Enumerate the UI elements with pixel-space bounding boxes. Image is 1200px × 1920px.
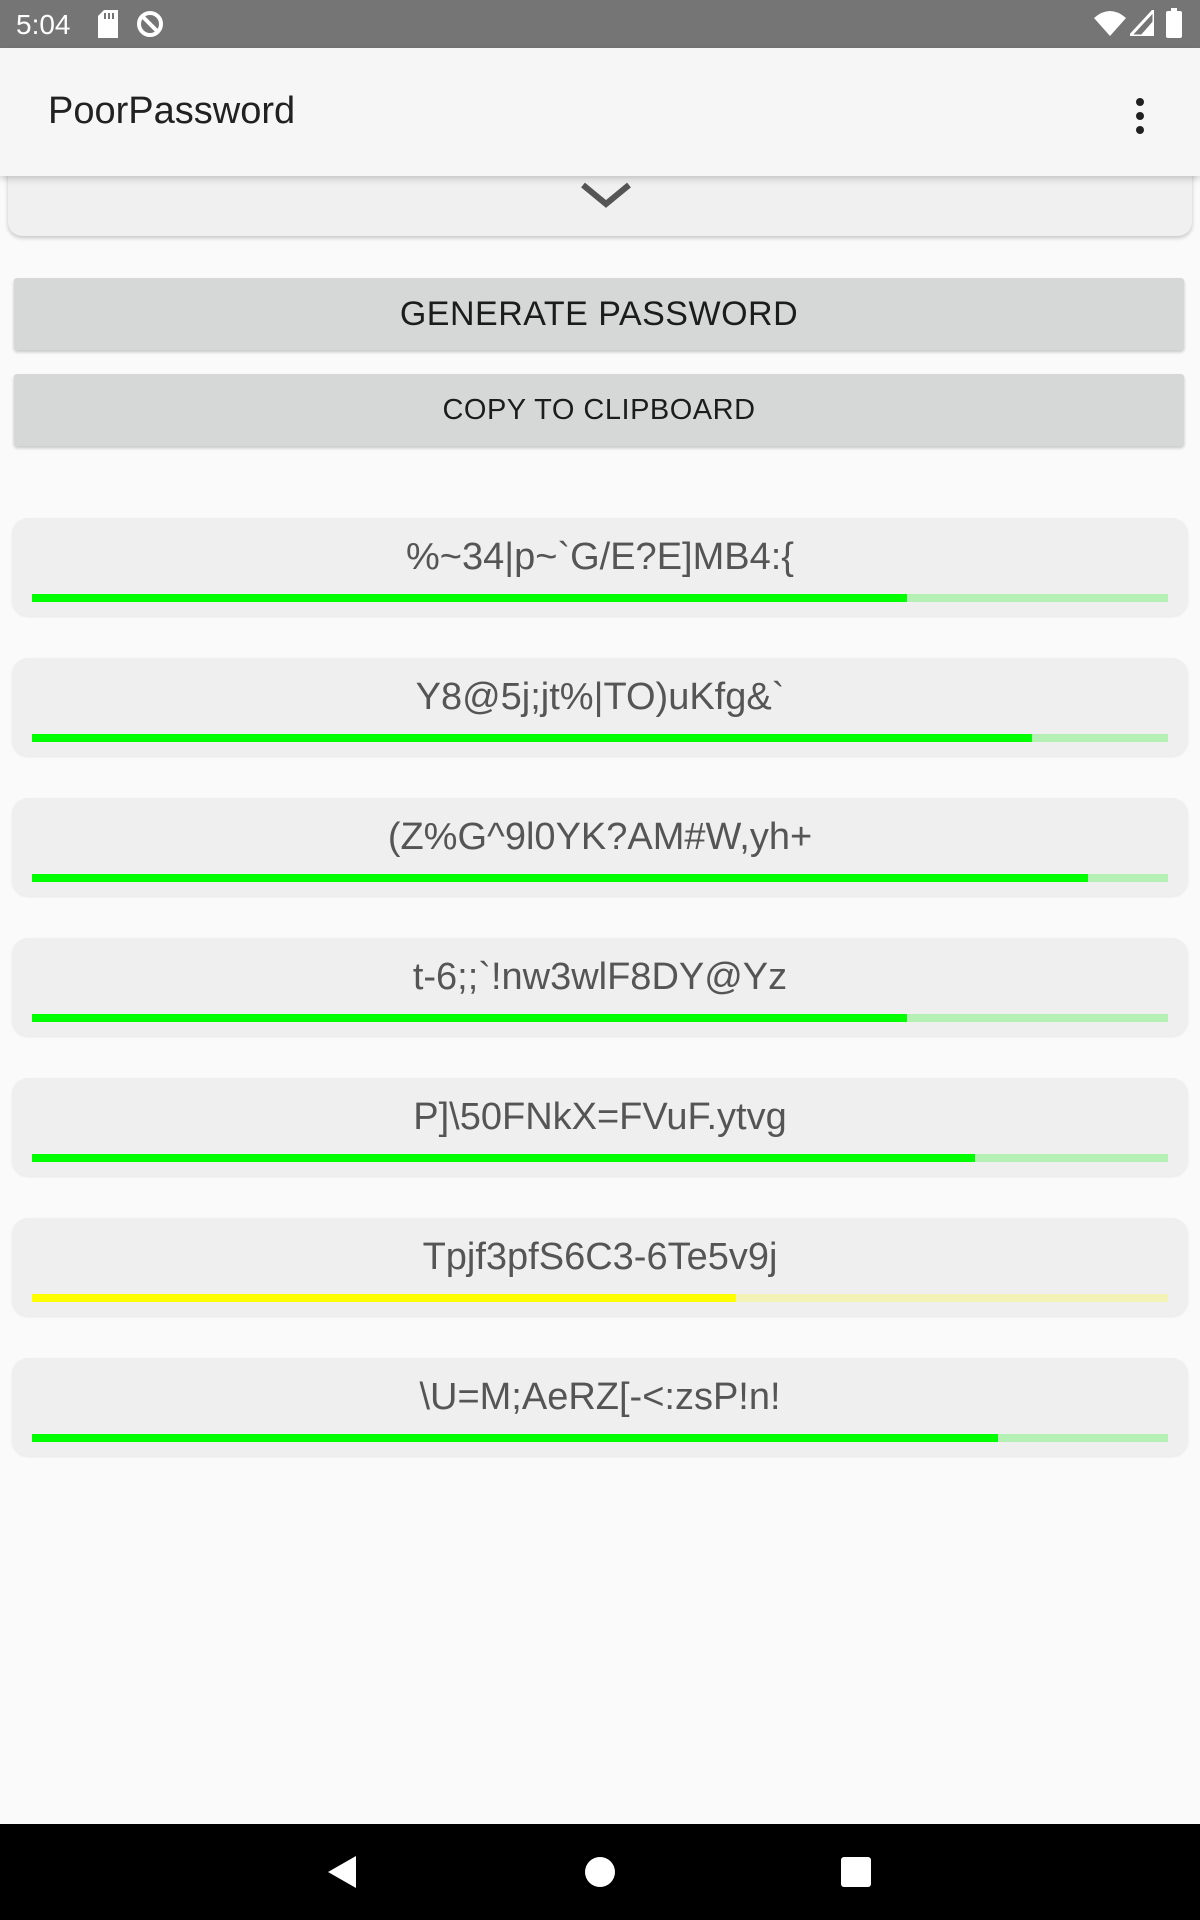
status-time: 5:04 — [16, 9, 71, 40]
password-card[interactable]: %~34|p~`G/E?E]MB4:{ — [12, 518, 1188, 616]
generate-password-button[interactable]: GENERATE PASSWORD — [14, 278, 1184, 350]
sync-disabled-icon — [137, 11, 163, 37]
navigation-bar — [0, 1824, 1200, 1920]
password-card[interactable]: t-6;;`!nw3wlF8DY@Yz — [12, 938, 1188, 1036]
strength-bar — [32, 734, 1168, 742]
more-options-icon[interactable] — [1124, 92, 1156, 148]
password-text: Tpjf3pfS6C3-6Te5v9j — [422, 1236, 778, 1278]
cell-signal-icon — [1130, 10, 1154, 36]
strength-bar — [32, 1014, 1168, 1022]
strength-bar-fill — [32, 1434, 998, 1442]
battery-icon — [1166, 8, 1182, 38]
strength-bar-fill — [32, 874, 1089, 882]
password-text: t-6;;`!nw3wlF8DY@Yz — [412, 956, 788, 998]
strength-bar-fill — [32, 1294, 737, 1302]
strength-bar — [32, 1154, 1168, 1162]
strength-bar-fill — [32, 594, 907, 602]
status-bar: 5:04 — [0, 0, 1200, 48]
password-text: (Z%G^9l0YK?AM#W,yh+ — [387, 816, 813, 858]
strength-bar-fill — [32, 1154, 975, 1162]
back-icon[interactable] — [326, 1854, 358, 1890]
strength-bar-fill — [32, 734, 1032, 742]
strength-bar-fill — [32, 1014, 907, 1022]
strength-bar — [32, 1434, 1168, 1442]
app-title: PoorPassword — [48, 90, 296, 132]
password-card[interactable]: \U=M;AeRZ[-<:zsP!n! — [12, 1358, 1188, 1456]
sd-card-icon — [98, 10, 118, 38]
chevron-down-icon[interactable] — [580, 182, 632, 208]
password-list: %~34|p~`G/E?E]MB4:{ Y8@5j;jt%|TO)uKfg&` (Z… — [12, 518, 1188, 1498]
password-card[interactable]: Tpjf3pfS6C3-6Te5v9j — [12, 1218, 1188, 1316]
password-text: \U=M;AeRZ[-<:zsP!n! — [419, 1376, 781, 1418]
password-text: %~34|p~`G/E?E]MB4:{ — [406, 536, 794, 578]
app-bar: PoorPassword — [0, 48, 1200, 176]
home-icon[interactable] — [584, 1856, 616, 1888]
password-card[interactable]: Y8@5j;jt%|TO)uKfg&` — [12, 658, 1188, 756]
wifi-icon — [1094, 11, 1126, 36]
password-card[interactable]: (Z%G^9l0YK?AM#W,yh+ — [12, 798, 1188, 896]
copy-to-clipboard-button[interactable]: COPY TO CLIPBOARD — [14, 374, 1184, 446]
strength-bar — [32, 874, 1168, 882]
strength-bar — [32, 594, 1168, 602]
password-text: P]\50FNkX=FVuF.ytvg — [413, 1096, 787, 1138]
password-card[interactable]: P]\50FNkX=FVuF.ytvg — [12, 1078, 1188, 1176]
password-text: Y8@5j;jt%|TO)uKfg&` — [415, 676, 785, 718]
recents-icon[interactable] — [840, 1856, 872, 1888]
strength-bar — [32, 1294, 1168, 1302]
